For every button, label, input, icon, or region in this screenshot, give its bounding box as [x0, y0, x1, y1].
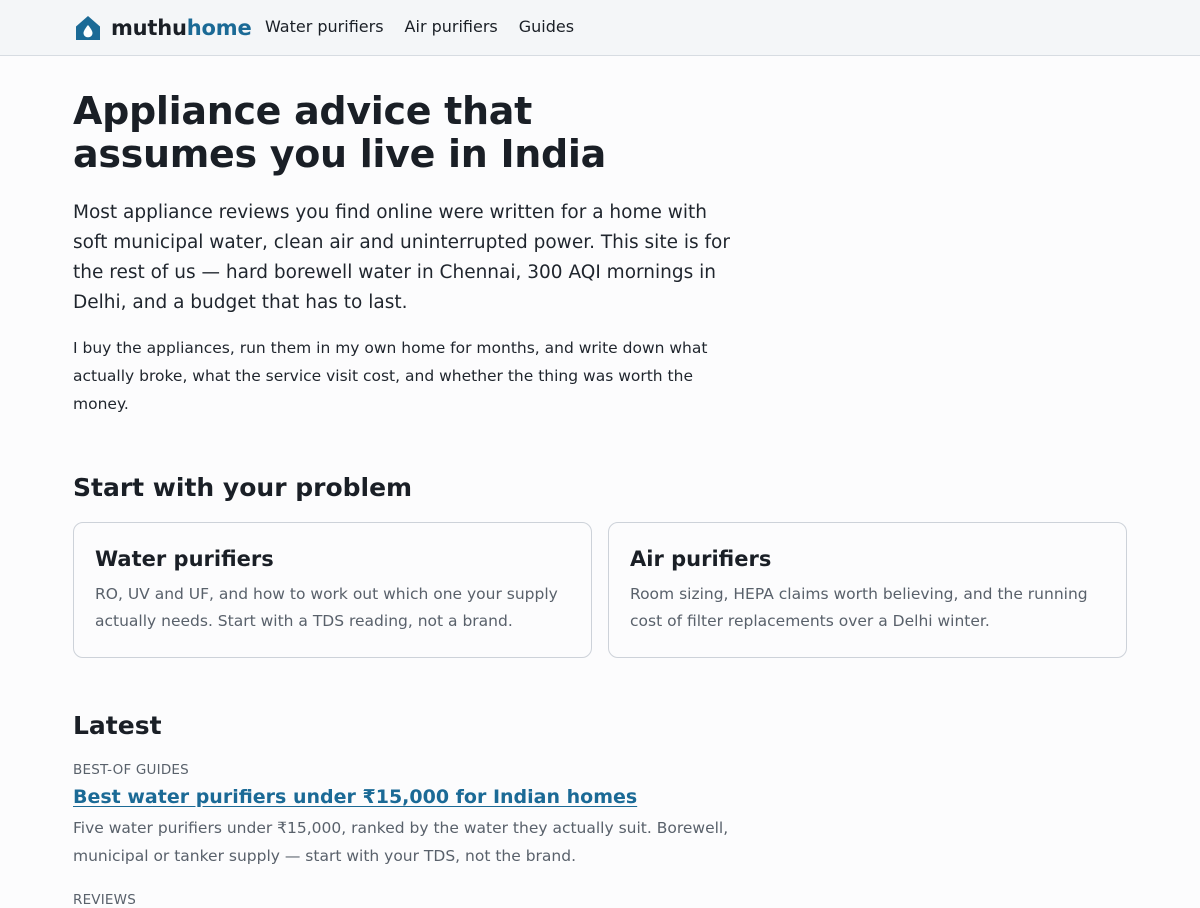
hero-title-line-2: assumes you live in India [73, 132, 606, 176]
main-content: Appliance advice that assumes you live i… [73, 90, 1127, 908]
post-description: Five water purifiers under ₹15,000, rank… [73, 819, 729, 865]
list-item: BEST-OF GUIDES Best water purifiers unde… [73, 762, 1127, 870]
card-water-purifiers[interactable]: Water purifiers RO, UV and UF, and how t… [73, 522, 592, 658]
post-category: REVIEWS [73, 892, 136, 908]
site-logo[interactable]: muthuhome [74, 14, 252, 42]
logo-text-accent: home [186, 16, 252, 40]
hero-paragraph: I buy the appliances, run them in my own… [73, 339, 708, 413]
post-title-link[interactable]: Best water purifiers under ₹15,000 for I… [73, 784, 637, 810]
hero-lede: Most appliance reviews you find online w… [73, 202, 730, 313]
card-title: Water purifiers [95, 547, 274, 571]
problems-heading: Start with your problem [73, 473, 413, 502]
card-title: Air purifiers [630, 547, 772, 571]
list-item: REVIEWS [73, 892, 1127, 908]
nav-link-water-purifiers[interactable]: Water purifiers [265, 16, 384, 38]
latest-heading: Latest [73, 711, 162, 740]
hero-title-line-1: Appliance advice that [73, 89, 532, 133]
card-description: RO, UV and UF, and how to work out which… [95, 585, 558, 630]
house-droplet-icon [74, 14, 102, 42]
logo-text-primary: muthu [111, 16, 187, 40]
card-description: Room sizing, HEPA claims worth believing… [630, 585, 1088, 630]
latest-section: Latest BEST-OF GUIDES Best water purifie… [73, 710, 1127, 908]
nav-link-guides[interactable]: Guides [519, 16, 574, 38]
post-category: BEST-OF GUIDES [73, 762, 189, 778]
nav-link-air-purifiers[interactable]: Air purifiers [405, 16, 498, 38]
main-nav: Water purifiers Air purifiers Guides [265, 16, 595, 38]
hero-title: Appliance advice that assumes you live i… [73, 90, 633, 176]
card-air-purifiers[interactable]: Air purifiers Room sizing, HEPA claims w… [608, 522, 1127, 658]
site-header: muthuhome Water purifiers Air purifiers … [0, 0, 1200, 56]
problems-section: Start with your problem Water purifiers … [73, 472, 1127, 658]
problem-cards: Water purifiers RO, UV and UF, and how t… [73, 522, 1127, 658]
logo-wordmark: muthuhome [111, 14, 252, 42]
